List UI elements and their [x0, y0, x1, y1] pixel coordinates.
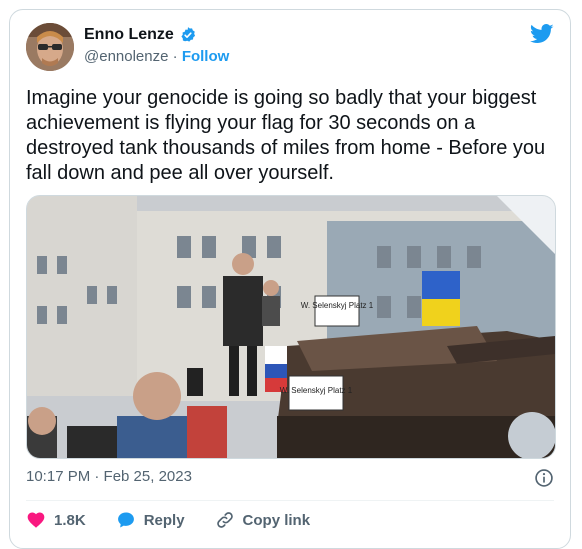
reply-bubble-icon	[117, 512, 134, 528]
info-icon[interactable]	[534, 468, 554, 488]
action-bar: 1.8K Reply Copy link	[26, 510, 310, 530]
twitter-bird-icon[interactable]	[530, 24, 554, 44]
verified-badge-icon	[181, 27, 195, 42]
heart-icon	[27, 512, 45, 528]
handle[interactable]: @ennolenze	[84, 48, 168, 65]
divider	[26, 500, 554, 501]
tweet-timestamp[interactable]: 10:17 PM · Feb 25, 2023	[26, 468, 192, 485]
link-icon	[216, 512, 233, 528]
like-button[interactable]: 1.8K	[26, 510, 86, 530]
display-name-row[interactable]: Enno Lenze	[84, 26, 197, 44]
reply-label: Reply	[143, 511, 185, 529]
reply-button[interactable]: Reply	[116, 510, 185, 530]
display-name[interactable]: Enno Lenze	[84, 26, 174, 44]
tweet-photo[interactable]: W. Selenskyj Platz 1 W. Selenskyj Platz …	[26, 195, 556, 459]
handle-line: @ennolenze · Follow	[84, 48, 229, 65]
follow-button[interactable]: Follow	[182, 48, 230, 65]
copy-link-button[interactable]: Copy link	[215, 510, 311, 530]
separator-dot: ·	[172, 48, 178, 65]
avatar[interactable]	[26, 23, 74, 71]
tweet-text: Imagine your genocide is going so badly …	[26, 87, 546, 184]
photo-sign-bottom: W. Selenskyj Platz 1	[280, 386, 353, 395]
copy-link-label: Copy link	[242, 511, 311, 529]
tweet-card: Enno Lenze @ennolenze · Follow Imagine y…	[9, 9, 571, 549]
photo-sign-top: W. Selenskyj Platz 1	[301, 301, 374, 310]
like-count: 1.8K	[54, 511, 86, 529]
